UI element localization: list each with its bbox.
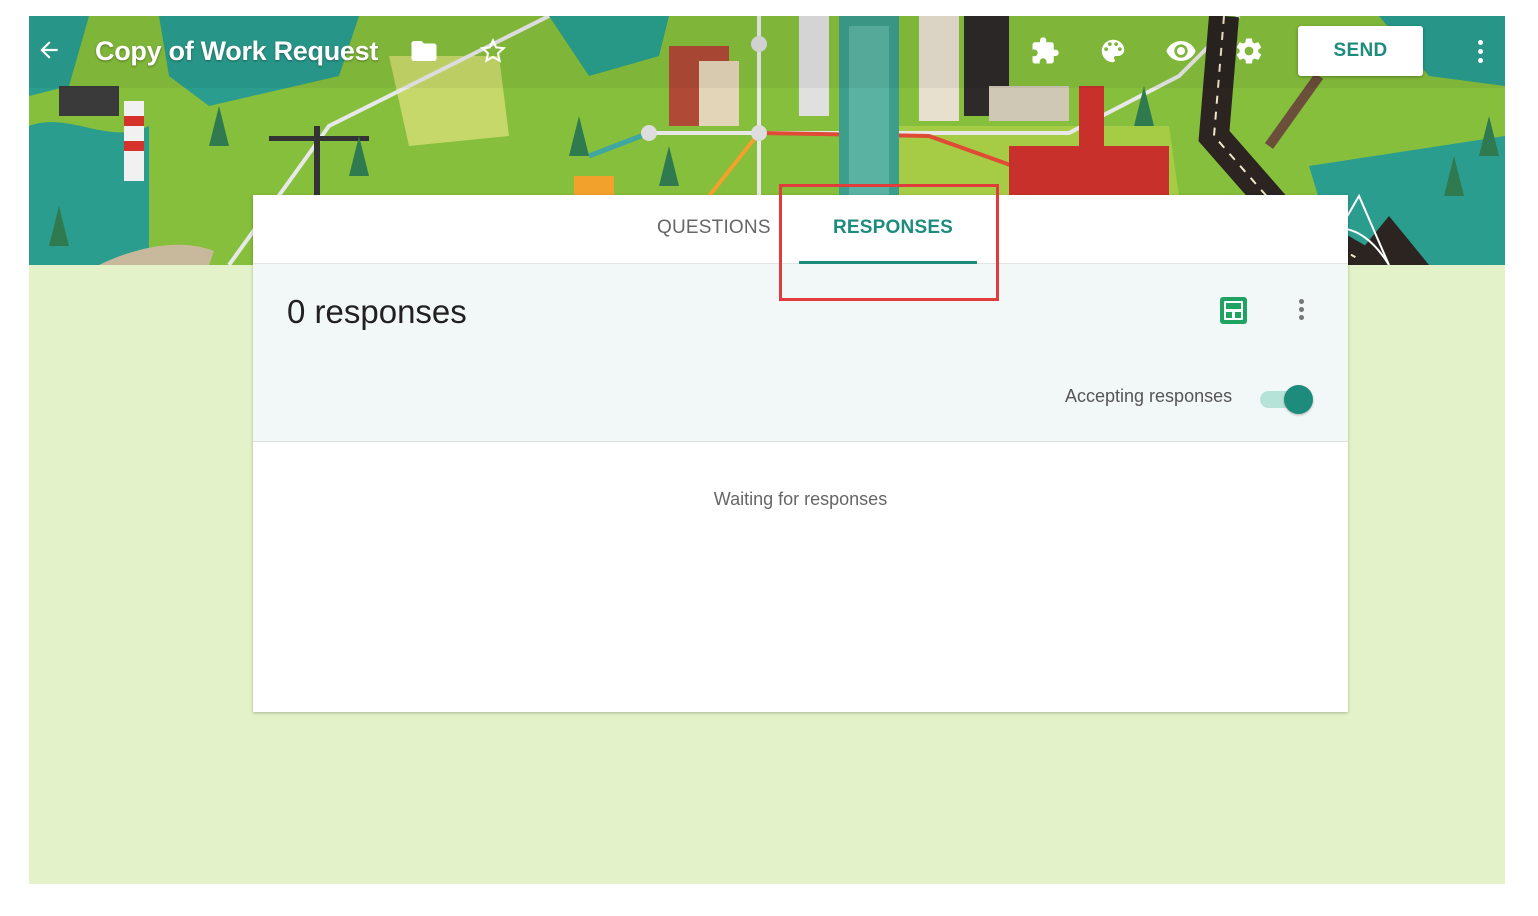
more-options-icon[interactable] — [1467, 36, 1493, 66]
back-arrow-icon[interactable] — [33, 34, 65, 66]
accepting-responses-toggle[interactable] — [1260, 384, 1313, 414]
top-toolbar: Copy of Work Request SEND — [29, 16, 1505, 88]
responses-summary: 0 responses Accepting responses — [253, 264, 1348, 442]
waiting-message: Waiting for responses — [713, 489, 888, 509]
tab-responses[interactable]: RESPONSES — [833, 217, 953, 239]
palette-icon[interactable] — [1096, 34, 1130, 68]
toggle-knob — [1284, 385, 1313, 414]
folder-icon[interactable] — [407, 34, 441, 68]
eye-preview-icon[interactable] — [1164, 34, 1198, 68]
puzzle-addon-icon[interactable] — [1028, 34, 1062, 68]
form-card: QUESTIONS RESPONSES 0 responses Acceptin… — [253, 195, 1348, 712]
send-button[interactable]: SEND — [1298, 26, 1423, 76]
tab-questions[interactable]: QUESTIONS — [657, 217, 771, 239]
sheets-create-icon[interactable] — [1220, 297, 1247, 324]
gear-settings-icon[interactable] — [1232, 34, 1266, 68]
tab-bar: QUESTIONS RESPONSES — [253, 195, 1348, 264]
form-title[interactable]: Copy of Work Request — [95, 36, 378, 67]
accepting-responses-label: Accepting responses — [1065, 386, 1233, 406]
form-editor-frame: Copy of Work Request SEND QUESTIONS RESP… — [29, 16, 1505, 884]
response-count: 0 responses — [287, 293, 467, 330]
responses-more-icon[interactable] — [1288, 294, 1314, 324]
star-outline-icon[interactable] — [476, 34, 510, 68]
